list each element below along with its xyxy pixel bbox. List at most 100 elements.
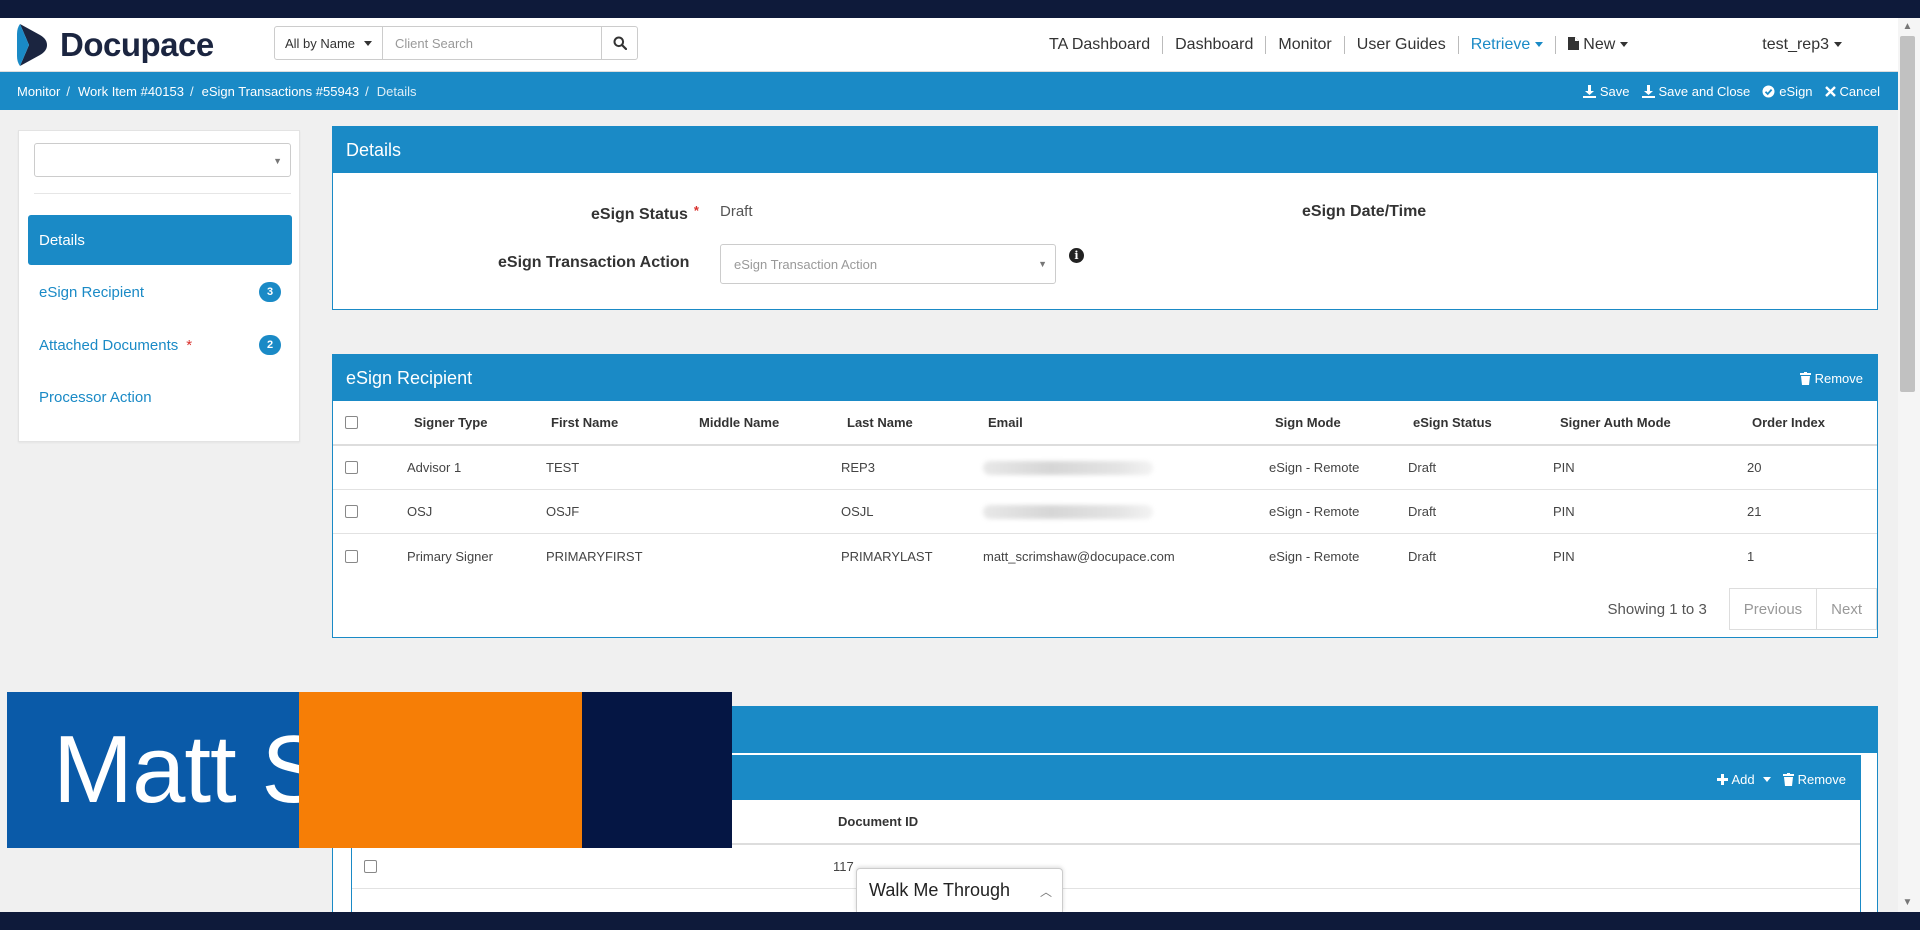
column-header[interactable]: Order Index — [1752, 401, 1825, 444]
esign-button[interactable]: eSign — [1762, 83, 1813, 99]
overlay-orange-block — [299, 692, 582, 848]
search-mode-dropdown[interactable]: All by Name — [275, 27, 383, 59]
docupace-logo[interactable]: Docupace — [16, 20, 214, 70]
select-all-checkbox[interactable] — [345, 416, 358, 429]
triangle-down-icon: ▼ — [273, 156, 282, 166]
column-header[interactable]: Signer Type — [414, 401, 487, 444]
section-select-dropdown[interactable]: ▼ — [34, 143, 291, 177]
nav-dashboard[interactable]: Dashboard — [1163, 36, 1267, 54]
last-name-cell: REP3 — [841, 460, 875, 475]
overlay-navy-block — [582, 692, 732, 848]
next-page-button[interactable]: Next — [1817, 588, 1877, 630]
sidebar-item-label: Attached Documents — [39, 336, 179, 354]
save-button[interactable]: Save — [1582, 83, 1630, 99]
breadcrumb-work-item[interactable]: Work Item #40153 — [78, 84, 184, 99]
caret-down-icon — [1620, 42, 1629, 48]
breadcrumb: Monitor / Work Item #40153 / eSign Transac… — [17, 72, 417, 110]
breadcrumb-separator: / — [365, 83, 369, 99]
cancel-button[interactable]: Cancel — [1824, 83, 1880, 99]
sidebar-item-details[interactable]: Details — [28, 215, 292, 265]
retrieve-label: Retrieve — [1470, 36, 1531, 53]
username: test_rep3 — [1762, 36, 1829, 53]
signer-auth-mode-cell: PIN — [1553, 460, 1575, 475]
breadcrumb-monitor[interactable]: Monitor — [17, 84, 60, 99]
documents-actions: Add Remove — [1717, 756, 1846, 802]
close-icon — [1824, 85, 1836, 97]
recipient-actions: Remove — [1799, 355, 1863, 401]
walk-me-through-widget[interactable]: Walk Me Through ︿ — [856, 868, 1063, 912]
save-and-close-button[interactable]: Save and Close — [1641, 84, 1750, 99]
row-checkbox[interactable] — [345, 505, 358, 518]
remove-recipient-button[interactable]: Remove — [1799, 371, 1863, 386]
esign-label: eSign — [1779, 83, 1813, 99]
search-button[interactable] — [601, 27, 637, 59]
file-icon — [1568, 37, 1580, 50]
breadcrumb-esign-transactions[interactable]: eSign Transactions #55943 — [202, 84, 360, 99]
redacted-email — [983, 504, 1153, 519]
nav-retrieve-dropdown[interactable]: Retrieve — [1459, 36, 1557, 54]
search-icon — [613, 36, 627, 50]
esign-status-cell: Draft — [1408, 460, 1437, 475]
column-header[interactable]: Signer Auth Mode — [1560, 401, 1671, 444]
esign-status-label: eSign Status * — [591, 203, 699, 224]
nav-ta-dashboard[interactable]: TA Dashboard — [1037, 36, 1164, 54]
esign-status-cell: Draft — [1408, 548, 1437, 564]
chevron-up-icon: ︿ — [1039, 885, 1052, 899]
app-window: Docupace All by Name TA Dashboard Dashbo… — [0, 18, 1898, 912]
client-search-input[interactable] — [383, 27, 601, 59]
sidebar-item-attached-documents[interactable]: Attached Documents * 2 — [28, 320, 292, 370]
esign-status-cell: Draft — [1408, 504, 1437, 519]
recipient-table: Signer Type First Name Middle Name Last … — [333, 401, 1877, 578]
nav-user-guides[interactable]: User Guides — [1345, 36, 1459, 54]
column-header[interactable]: Middle Name — [699, 401, 779, 444]
column-header[interactable]: Email — [988, 401, 1023, 444]
order-index-cell: 20 — [1747, 460, 1762, 475]
info-icon[interactable]: i — [1069, 248, 1084, 263]
column-header[interactable]: Sign Mode — [1275, 401, 1341, 444]
brand-name: Docupace — [60, 26, 214, 63]
checkbox-cell — [345, 534, 358, 578]
download-icon — [1641, 84, 1655, 98]
scroll-down-arrow-icon[interactable]: ▼ — [1900, 896, 1915, 910]
table-row[interactable]: OSJ OSJF OSJL eSign - Remote Draft PIN 2… — [333, 490, 1877, 534]
table-row[interactable]: 117 — [352, 845, 1860, 889]
top-frame-bar — [0, 0, 1920, 18]
column-header[interactable]: eSign Status — [1413, 401, 1492, 444]
details-panel-header: Details — [333, 127, 1877, 173]
scroll-up-arrow-icon[interactable]: ▲ — [1900, 20, 1915, 34]
caret-down-icon — [364, 40, 373, 46]
row-checkbox[interactable] — [345, 461, 358, 474]
save-label: Save — [1599, 83, 1630, 99]
nav-monitor[interactable]: Monitor — [1266, 36, 1345, 54]
remove-document-button[interactable]: Remove — [1782, 771, 1846, 787]
pagination: Showing 1 to 3 Previous Next — [1608, 587, 1877, 631]
order-index-cell: 1 — [1747, 548, 1755, 564]
column-header[interactable]: Document ID — [838, 800, 918, 843]
scrollbar-thumb[interactable] — [1900, 36, 1915, 392]
first-name-cell: TEST — [546, 460, 580, 475]
document-id-cell: 117 — [833, 859, 854, 874]
remove-label: Remove — [1797, 771, 1846, 787]
cancel-label: Cancel — [1839, 83, 1880, 99]
first-name-cell: PRIMARYFIRST — [546, 548, 643, 564]
esign-transaction-action-label: eSign Transaction Action — [498, 254, 690, 271]
row-checkbox[interactable] — [345, 549, 358, 563]
email-cell — [983, 490, 1153, 533]
table-row[interactable]: Primary Signer PRIMARYFIRST PRIMARYLAST … — [333, 534, 1877, 578]
previous-page-button[interactable]: Previous — [1728, 588, 1818, 630]
table-row[interactable]: Advisor 1 TEST REP3 eSign - Remote Draft… — [333, 446, 1877, 490]
esign-transaction-action-select[interactable]: eSign Transaction Action ▼ — [720, 244, 1056, 284]
user-menu[interactable]: test_rep3 — [1750, 36, 1854, 54]
overlay-name-block: Matt S — [7, 692, 299, 848]
breadcrumb-separator: / — [66, 83, 70, 99]
toolbar-actions: Save Save and Close eSign Cancel — [1582, 72, 1880, 110]
column-header[interactable]: Last Name — [847, 401, 913, 444]
add-document-dropdown[interactable]: Add — [1717, 772, 1771, 787]
sidebar-item-esign-recipient[interactable]: eSign Recipient 3 — [28, 267, 292, 317]
first-name-cell: OSJF — [546, 504, 580, 519]
nav-new-dropdown[interactable]: New — [1556, 36, 1640, 54]
column-header[interactable]: First Name — [551, 401, 618, 444]
email-cell: matt_scrimshaw@docupace.com — [983, 548, 1175, 564]
row-checkbox[interactable] — [364, 860, 377, 873]
sidebar-item-processor-action[interactable]: Processor Action — [28, 372, 292, 422]
